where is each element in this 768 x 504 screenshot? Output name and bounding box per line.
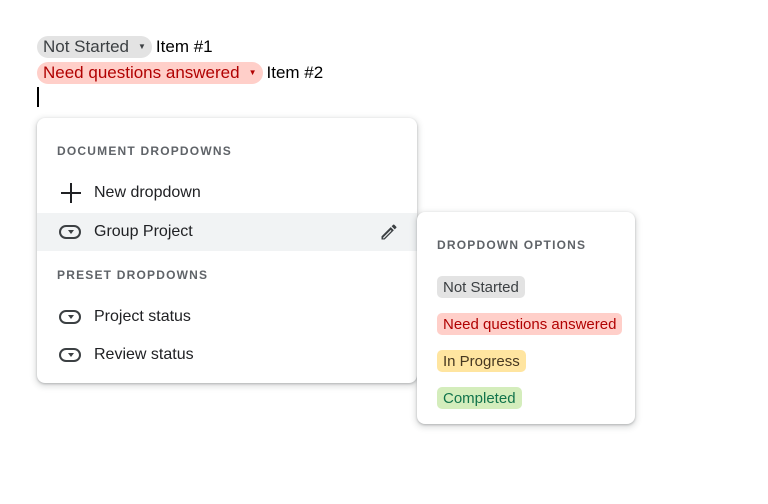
preset-dropdowns-heading: PRESET DROPDOWNS — [57, 268, 209, 282]
text-cursor — [37, 87, 39, 107]
dropdown-options-heading: DROPDOWN OPTIONS — [437, 238, 587, 252]
new-dropdown-item[interactable]: New dropdown — [37, 174, 417, 212]
status-chip-label: Need questions answered — [43, 63, 240, 82]
plus-icon — [60, 182, 82, 204]
item-text: Item #1 — [155, 37, 213, 56]
chevron-down-icon: ▼ — [248, 68, 257, 77]
dropdown-chip-icon — [59, 310, 81, 324]
chevron-down-icon: ▼ — [138, 42, 146, 51]
dropdowns-menu: DOCUMENT DROPDOWNS New dropdown Group Pr… — [37, 118, 417, 383]
status-chip[interactable]: Not Started ▼ — [37, 36, 152, 58]
dropdown-chip-icon — [59, 225, 81, 239]
menu-item-label: Review status — [94, 346, 194, 363]
status-chip[interactable]: Need questions answered ▼ — [37, 62, 263, 84]
document-dropdowns-heading: DOCUMENT DROPDOWNS — [57, 144, 232, 158]
menu-item-group-project[interactable]: Group Project — [37, 213, 417, 251]
menu-item-label: Group Project — [94, 223, 193, 240]
new-dropdown-label: New dropdown — [94, 184, 201, 201]
menu-item-review-status[interactable]: Review status — [37, 336, 417, 374]
menu-item-project-status[interactable]: Project status — [37, 298, 417, 336]
item-text: Item #2 — [266, 63, 324, 82]
pencil-icon[interactable] — [379, 222, 399, 242]
dropdown-options-panel: DROPDOWN OPTIONS Not Started Need questi… — [417, 212, 635, 424]
option-chip-completed[interactable]: Completed — [437, 387, 522, 409]
menu-item-label: Project status — [94, 308, 191, 325]
document-line-1: Not Started ▼ Item #1 — [37, 36, 213, 58]
option-chip-in-progress[interactable]: In Progress — [437, 350, 526, 372]
option-chip-need-questions-answered[interactable]: Need questions answered — [437, 313, 623, 335]
document-line-2: Need questions answered ▼ Item #2 — [37, 62, 323, 84]
status-chip-label: Not Started — [43, 37, 129, 56]
dropdown-chip-icon — [59, 348, 81, 362]
option-chip-not-started[interactable]: Not Started — [437, 276, 525, 298]
